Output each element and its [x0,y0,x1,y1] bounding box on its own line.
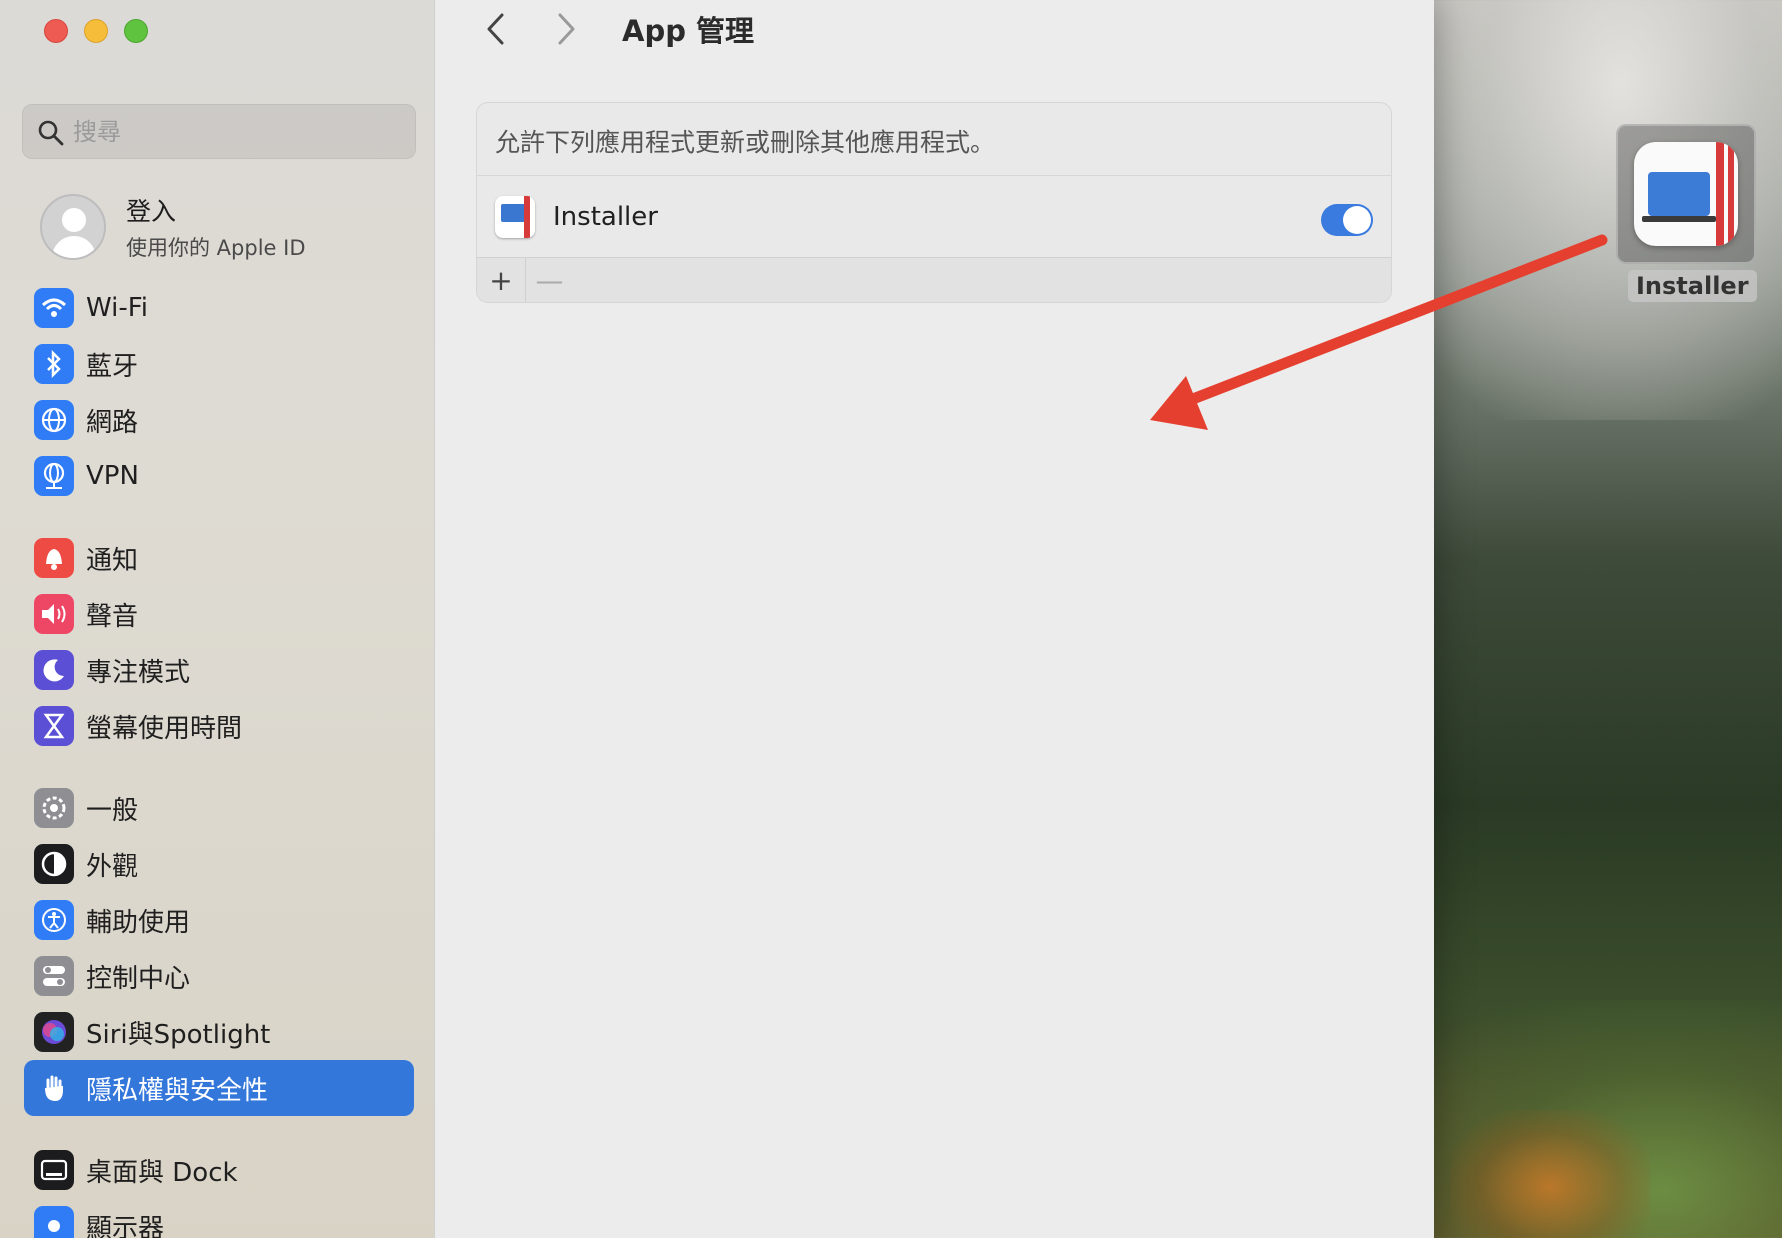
annotation-arrow [1150,234,1608,430]
